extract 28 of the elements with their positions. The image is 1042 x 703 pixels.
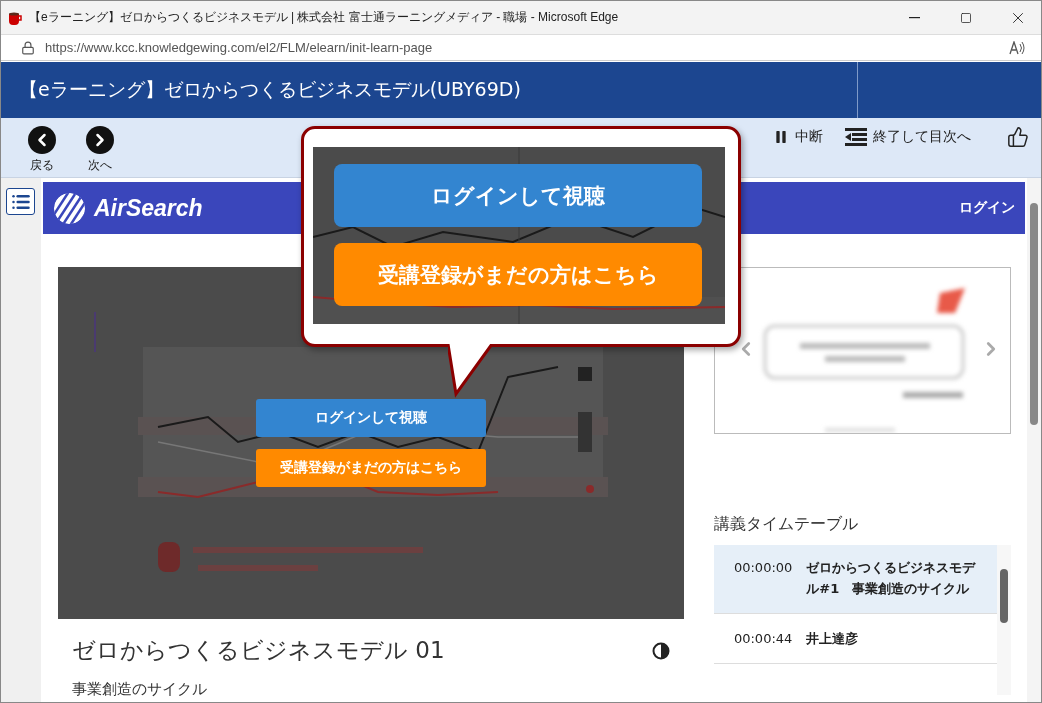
timetable-title: 講義タイムテーブル [713, 514, 859, 535]
login-button[interactable]: ログインして視聴 [255, 399, 486, 437]
timetable-row[interactable]: 00:00:00 ゼロからつくるビジネスモデル#1 事業創造のサイクル [713, 545, 997, 614]
row-time: 00:00:00 [733, 559, 793, 577]
page-scrollbar[interactable] [1027, 178, 1041, 702]
pause-button[interactable]: 中断 [773, 128, 823, 146]
contrast-icon[interactable] [651, 641, 670, 660]
address-url[interactable]: https://www.kcc.knowledgewing.com/el2/FLM/elearn/init-learn-page [45, 40, 999, 55]
row-title: 井上達彦 [806, 630, 859, 648]
lecture-title: ゼロからつくるビジネスモデル 01 [71, 636, 445, 665]
lock-icon [21, 40, 35, 55]
exit-to-index-button[interactable]: 終了して目次へ [845, 128, 971, 146]
maximize-icon [960, 11, 972, 24]
lecture-subtitle: 事業創造のサイクル [70, 679, 208, 699]
login-link[interactable]: ログイン [959, 199, 1016, 217]
brand-name: AirSearch [93, 194, 203, 222]
back-button[interactable]: 戻る [23, 126, 61, 174]
row-time: 00:00:44 [733, 630, 793, 648]
logo-icon [52, 191, 86, 225]
minimize-icon [908, 16, 920, 19]
read-aloud-icon[interactable] [1009, 40, 1027, 55]
pause-icon [773, 129, 789, 145]
thumbs-up-icon[interactable] [1007, 126, 1029, 148]
window-title: 【eラーニング】ゼロからつくるビジネスモデル | 株式会社 富士通ラーニングメディア - 職場 - Microsoft Edge [29, 9, 620, 26]
row-title: ゼロからつくるビジネスモデル#1 事業創造のサイクル [806, 559, 977, 598]
next-button[interactable]: 次へ [81, 126, 119, 174]
list-exit-icon [845, 128, 867, 146]
menu-button[interactable] [6, 188, 35, 215]
